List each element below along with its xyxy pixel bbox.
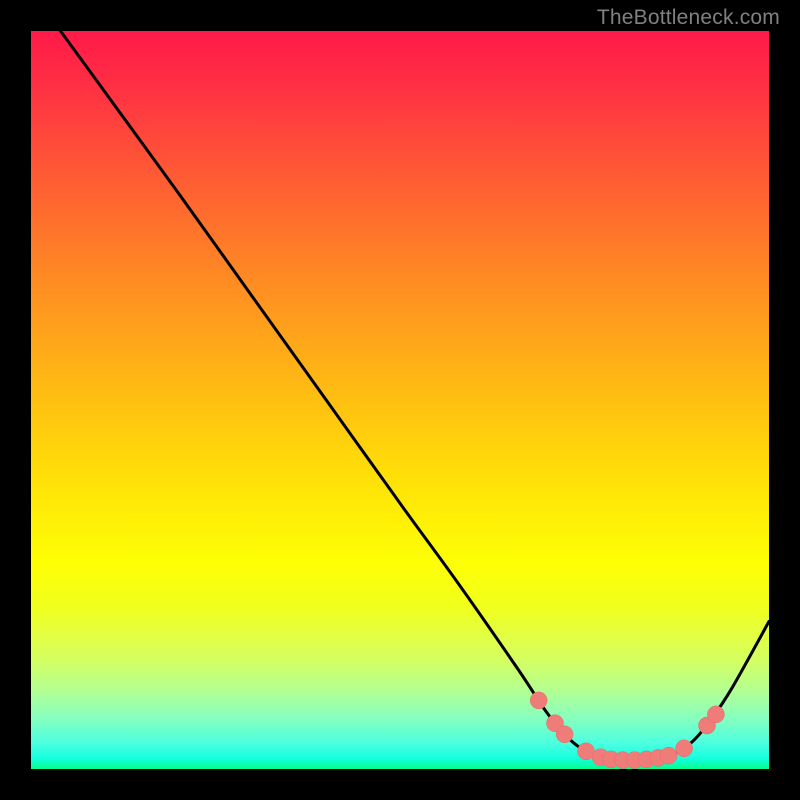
chart-frame: TheBottleneck.com <box>0 0 800 800</box>
data-marker <box>676 740 693 757</box>
watermark-text: TheBottleneck.com <box>597 6 780 30</box>
data-marker <box>660 747 677 764</box>
plot-area <box>31 31 769 769</box>
plot-svg <box>31 31 769 769</box>
marker-group <box>530 692 724 769</box>
data-marker <box>578 743 595 760</box>
data-marker <box>530 692 547 709</box>
bottleneck-curve <box>61 31 770 761</box>
data-marker <box>556 726 573 743</box>
data-marker <box>707 706 724 723</box>
